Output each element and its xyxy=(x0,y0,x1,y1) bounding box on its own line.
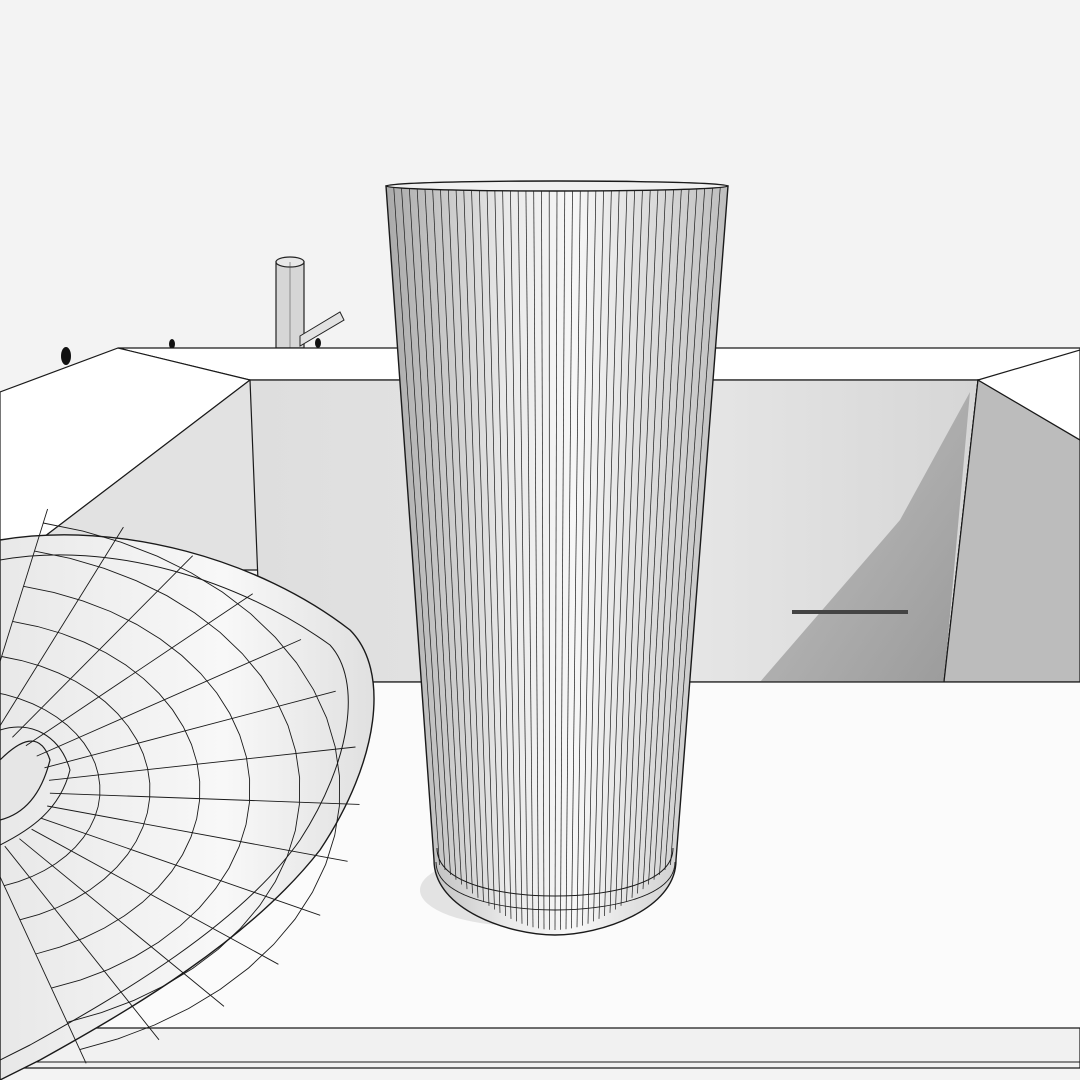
tall-glass xyxy=(385,180,729,936)
wall-slot xyxy=(792,610,908,614)
glass-rim xyxy=(385,180,729,192)
render-viewport xyxy=(0,0,1080,1080)
